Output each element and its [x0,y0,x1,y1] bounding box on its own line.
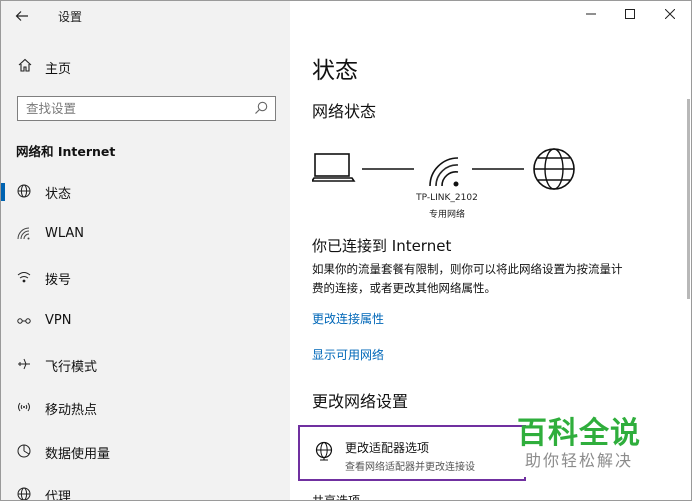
page-title: 状态 [312,58,358,84]
description-line: 费的连接，或者更改其他网络属性。 [312,281,496,295]
home-globe-icon [15,183,33,201]
nav-item-vpn[interactable]: VPN [1,303,290,339]
wifi-icon [15,226,33,244]
show-available-networks-link[interactable]: 显示可用网络 [312,346,384,363]
maximize-button[interactable] [610,1,650,31]
computer-icon [312,153,356,182]
adapter-option-description: 查看网络适配器并更改连接设 [345,462,475,473]
nav-item-label: 代理 [45,490,72,501]
adapter-globe-icon [314,441,334,461]
scrollbar[interactable] [687,99,690,299]
connected-heading: 你已连接到 Internet [312,237,452,255]
nav-home-label: 主页 [45,62,72,77]
watermark-subtitle: 助你轻松解决 [525,451,634,470]
content-pane: 状态 网络状态 TP-LINK_2102 专用网络 你已连接到 Internet… [290,1,691,500]
minimize-icon [586,13,596,15]
left-nav-pane: 设置 主页 网络和 Internet 状态 [1,1,290,501]
network-status-heading: 网络状态 [312,102,377,121]
network-type: 专用网络 [428,210,465,220]
connection-description: 如果你的流量套餐有限制，则你可以将此网络设置为按流量计 费的连接，或者更改其他网… [312,260,672,298]
change-network-settings-heading: 更改网络设置 [312,392,409,411]
network-name: TP-LINK_2102 [416,193,478,203]
nav-item-status[interactable]: 状态 [1,173,290,209]
close-button[interactable] [650,1,690,31]
selection-indicator [1,183,5,201]
nav-item-airplane-mode[interactable]: 飞行模式 [1,346,290,382]
title-bar: 设置 [1,1,290,31]
dialup-icon [15,269,33,287]
highlight-border-tail [524,477,526,481]
search-box[interactable] [17,96,276,121]
maximize-icon [625,9,635,19]
nav-item-wlan[interactable]: WLAN [1,216,290,252]
hotspot-icon [15,399,33,417]
airplane-icon [15,356,33,374]
vpn-icon [15,313,33,331]
nav-item-dialup[interactable]: 拨号 [1,259,290,295]
adapter-option-title: 更改适配器选项 [345,441,430,455]
nav-item-proxy[interactable]: 代理 [1,476,290,501]
back-arrow-icon [15,11,28,21]
nav-item-mobile-hotspot[interactable]: 移动热点 [1,389,290,425]
settings-window: 设置 主页 网络和 Internet 状态 [0,0,692,501]
nav-item-label: 拨号 [45,273,72,288]
home-icon [16,57,34,75]
close-icon [664,8,676,20]
internet-globe-icon [533,148,575,190]
proxy-globe-icon [15,486,33,500]
minimize-button[interactable] [571,1,611,31]
search-icon[interactable] [253,100,269,116]
wifi-signal-icon [429,157,459,187]
watermark-title: 百科全说 [517,416,641,451]
nav-item-label: 移动热点 [45,403,98,418]
nav-item-label: 状态 [45,187,72,202]
nav-item-label: 飞行模式 [45,360,98,375]
sharing-options-partial[interactable]: 共享选项 [312,492,360,500]
change-adapter-options-button[interactable]: 更改适配器选项 查看网络适配器并更改连接设 [298,425,526,481]
data-usage-icon [15,443,33,461]
nav-item-label: 数据使用量 [45,447,111,462]
back-button[interactable] [11,5,33,27]
change-connection-properties-link[interactable]: 更改连接属性 [312,310,384,327]
network-diagram: TP-LINK_2102 专用网络 [312,146,592,226]
search-input[interactable] [18,97,250,120]
app-title: 设置 [58,10,83,24]
nav-item-data-usage[interactable]: 数据使用量 [1,433,290,469]
description-line: 如果你的流量套餐有限制，则你可以将此网络设置为按流量计 [312,262,623,276]
nav-item-label: WLAN [45,226,85,241]
section-title: 网络和 Internet [16,144,116,159]
nav-item-label: VPN [45,313,72,328]
nav-home[interactable]: 主页 [1,54,290,80]
